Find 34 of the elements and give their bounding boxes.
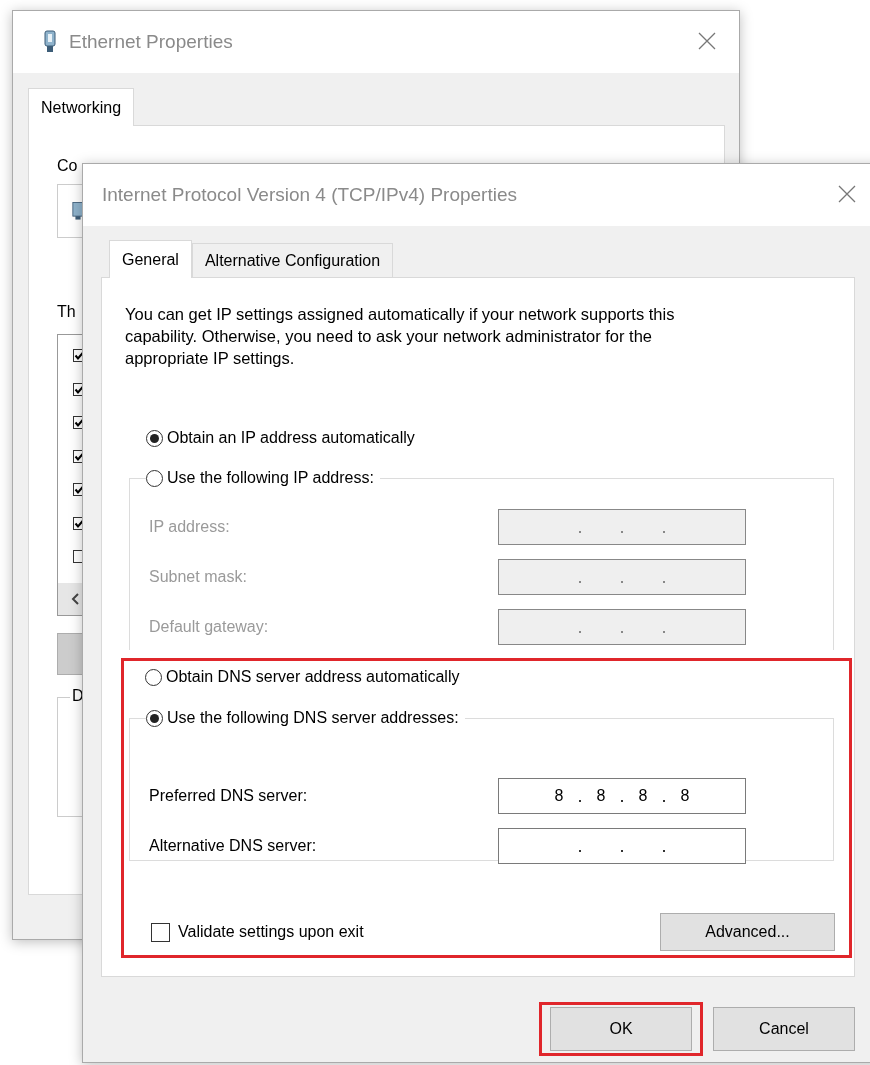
ip-address-field[interactable]: 8 8 8 8 [498, 778, 746, 814]
radio-option[interactable]: Use the following DNS server addresses: [146, 709, 465, 727]
network-plug-icon [43, 30, 57, 54]
advanced-button[interactable]: Advanced... [660, 913, 835, 951]
field-label: Alternative DNS server: [149, 837, 318, 855]
checkbox-option[interactable]: Validate settings upon exit [151, 922, 364, 942]
field-label: Default gateway: [149, 618, 270, 636]
ip-address-field[interactable] [498, 609, 746, 645]
radio-button[interactable] [146, 709, 163, 727]
field-label: Subnet mask: [149, 568, 248, 586]
ip-address-field[interactable] [498, 828, 746, 864]
radio-option[interactable]: Use the following IP address: [146, 469, 380, 487]
window-title: Ethernet Properties [69, 31, 233, 53]
scroll-left-icon[interactable] [70, 592, 80, 605]
field-label: Preferred DNS server: [149, 787, 309, 805]
section-label: Th [57, 302, 76, 322]
radio-button[interactable] [145, 668, 162, 686]
window-title: Internet Protocol Version 4 (TCP/IPv4) Properties [102, 184, 517, 206]
close-icon[interactable] [697, 31, 717, 51]
dialog-button[interactable]: OK [550, 1007, 692, 1051]
section-label: Co [57, 156, 78, 176]
network-adapter-icon [72, 201, 84, 221]
dialog-button[interactable]: Cancel [713, 1007, 855, 1051]
field-label: IP address: [149, 518, 231, 536]
radio-button[interactable] [146, 469, 163, 487]
tab[interactable]: Networking [28, 88, 135, 126]
tab[interactable]: Alternative Configuration [191, 243, 394, 277]
instructions-text: You can get IP settings assigned automatically if your network supports this capability. Otherwise, you need to ask your network administrator for the appropriate IP settings. [125, 304, 676, 369]
tab[interactable]: General [109, 240, 192, 278]
radio-button[interactable] [146, 429, 163, 447]
close-icon[interactable] [837, 184, 857, 204]
checkbox[interactable] [151, 922, 170, 942]
ip-address-field[interactable] [498, 559, 746, 595]
ip-address-field[interactable] [498, 509, 746, 545]
